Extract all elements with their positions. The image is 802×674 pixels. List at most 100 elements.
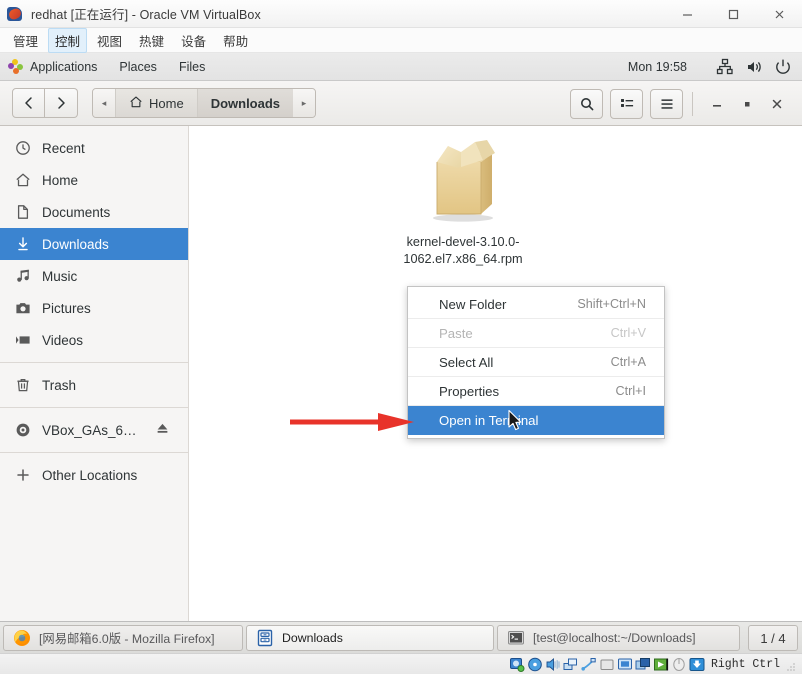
sidebar-label: Documents xyxy=(42,204,111,220)
audio-icon[interactable] xyxy=(545,657,561,672)
back-button[interactable] xyxy=(12,88,45,118)
sidebar-item-music[interactable]: Music xyxy=(0,260,188,292)
sidebar: Recent Home Documents Downloads Music Pi… xyxy=(0,126,189,625)
taskbar-item-firefox[interactable]: [网易邮箱6.0版 - Mozilla Firefox] xyxy=(3,624,243,651)
network-icon[interactable] xyxy=(563,657,579,672)
workspace-indicator[interactable]: 1 / 4 xyxy=(748,625,798,651)
view-list-button[interactable] xyxy=(610,88,643,119)
sidebar-label: Trash xyxy=(42,377,77,393)
sidebar-item-recent[interactable]: Recent xyxy=(0,132,188,164)
nautilus-maximize-button[interactable] xyxy=(732,89,762,119)
usb-icon[interactable] xyxy=(581,657,597,672)
header-separator xyxy=(692,91,693,116)
gnome-top-panel: Applications Places Files Mon 19:58 xyxy=(0,53,802,81)
taskbar: [网易邮箱6.0版 - Mozilla Firefox] Downloads [… xyxy=(0,621,802,653)
breadcrumb-right-arrow-icon[interactable]: ▸ xyxy=(293,89,316,117)
sidebar-item-pictures[interactable]: Pictures xyxy=(0,292,188,324)
gnome-menu-files[interactable]: Files xyxy=(179,60,205,74)
taskbar-item-downloads[interactable]: Downloads xyxy=(246,624,494,651)
file-list-area[interactable]: kernel-devel-3.10.0-1062.el7.x86_64.rpm … xyxy=(189,126,802,625)
sidebar-label: Videos xyxy=(42,332,84,348)
taskbar-item-label: [test@localhost:~/Downloads] xyxy=(533,630,696,645)
context-menu-item-properties[interactable]: Properties Ctrl+I xyxy=(408,377,664,406)
context-menu-item-new-folder[interactable]: New Folder Shift+Ctrl+N xyxy=(408,290,664,319)
nautilus-body: Recent Home Documents Downloads Music Pi… xyxy=(0,126,802,625)
home-icon xyxy=(129,95,143,112)
vbox-menu-hotkeys[interactable]: 热键 xyxy=(132,28,171,53)
music-icon xyxy=(14,268,31,285)
volume-icon[interactable] xyxy=(745,58,763,76)
file-name-label: kernel-devel-3.10.0-1062.el7.x86_64.rpm xyxy=(403,235,523,266)
sidebar-label: Recent xyxy=(42,140,85,156)
sidebar-item-videos[interactable]: Videos xyxy=(0,324,188,356)
vbox-menu-view[interactable]: 视图 xyxy=(90,28,129,53)
nautilus-close-button[interactable] xyxy=(762,89,792,119)
vbox-minimize-button[interactable] xyxy=(664,0,710,28)
file-item[interactable]: kernel-devel-3.10.0-1062.el7.x86_64.rpm xyxy=(383,134,543,268)
menu-item-label: New Folder xyxy=(439,296,507,312)
breadcrumb-home[interactable]: Home xyxy=(115,89,197,117)
sidebar-item-documents[interactable]: Documents xyxy=(0,196,188,228)
vbox-menu-devices[interactable]: 设备 xyxy=(174,28,213,53)
breadcrumb-left-arrow-icon[interactable]: ◂ xyxy=(93,89,115,117)
vbox-statusbar: Right Ctrl xyxy=(0,653,802,674)
vbox-maximize-button[interactable] xyxy=(710,0,756,28)
host-key-label: Right Ctrl xyxy=(710,657,780,671)
menu-item-label: Properties xyxy=(439,383,500,399)
package-box-icon xyxy=(417,134,509,224)
vbox-menu-manage[interactable]: 管理 xyxy=(6,28,45,53)
optical-disk-icon[interactable] xyxy=(527,657,543,672)
recording-icon[interactable] xyxy=(653,657,669,672)
context-menu-item-select-all[interactable]: Select All Ctrl+A xyxy=(408,348,664,377)
vbox-window-controls xyxy=(664,0,802,28)
search-button[interactable] xyxy=(570,88,603,119)
power-icon[interactable] xyxy=(774,58,792,76)
context-menu-item-paste: Paste Ctrl+V xyxy=(408,319,664,348)
keyboard-icon[interactable] xyxy=(689,657,705,672)
eject-icon[interactable] xyxy=(155,421,170,439)
virtualbox-window: redhat [正在运行] - Oracle VM VirtualBox 管理 … xyxy=(0,0,802,674)
sidebar-item-trash[interactable]: Trash xyxy=(0,369,188,401)
network-icon[interactable] xyxy=(716,58,734,76)
sidebar-item-vbox-guest-additions[interactable]: VBox_GAs_6… xyxy=(0,414,188,446)
video-icon xyxy=(14,332,31,349)
guest-screen: Applications Places Files Mon 19:58 ◂ Ho… xyxy=(0,53,802,625)
firefox-icon xyxy=(13,629,31,647)
resize-grip[interactable] xyxy=(786,659,796,671)
mouse-cursor xyxy=(508,409,522,431)
gnome-clock[interactable]: Mon 19:58 xyxy=(628,60,687,74)
hard-disk-icon[interactable] xyxy=(509,657,525,672)
vm-window-icon[interactable] xyxy=(635,657,651,672)
vbox-menu-control[interactable]: 控制 xyxy=(48,27,88,53)
home-icon xyxy=(14,172,31,189)
sidebar-label: Downloads xyxy=(42,236,109,252)
gnome-menu-applications[interactable]: Applications xyxy=(30,60,97,74)
context-menu: New Folder Shift+Ctrl+N Paste Ctrl+V Sel… xyxy=(407,286,665,439)
sidebar-item-other-locations[interactable]: Other Locations xyxy=(0,459,188,491)
sidebar-label: VBox_GAs_6… xyxy=(42,422,137,438)
vbox-close-button[interactable] xyxy=(756,0,802,28)
taskbar-item-terminal[interactable]: [test@localhost:~/Downloads] xyxy=(497,624,740,651)
context-menu-item-open-in-terminal[interactable]: Open in Terminal xyxy=(408,406,664,435)
menu-item-label: Select All xyxy=(439,354,494,370)
menu-item-accel: Ctrl+I xyxy=(615,384,646,398)
mouse-icon[interactable] xyxy=(671,657,687,672)
breadcrumb-downloads[interactable]: Downloads xyxy=(196,89,294,117)
hamburger-menu-button[interactable] xyxy=(650,88,683,119)
menu-item-label: Paste xyxy=(439,325,473,341)
menu-item-accel: Ctrl+V xyxy=(610,326,646,340)
menu-item-accel: Ctrl+A xyxy=(610,355,646,369)
nautilus-minimize-button[interactable] xyxy=(702,89,732,119)
sidebar-item-downloads[interactable]: Downloads xyxy=(0,228,188,260)
sidebar-label: Pictures xyxy=(42,300,91,316)
nautilus-window: ◂ Home Downloads ▸ Recent Home Documents… xyxy=(0,81,802,625)
sidebar-item-home[interactable]: Home xyxy=(0,164,188,196)
shared-folder-icon[interactable] xyxy=(599,657,615,672)
applications-logo-icon xyxy=(8,59,23,74)
sidebar-divider xyxy=(0,407,188,408)
forward-button[interactable] xyxy=(45,88,78,118)
gnome-menu-places[interactable]: Places xyxy=(119,60,157,74)
display-icon[interactable] xyxy=(617,657,633,672)
headerbar-right-controls xyxy=(570,81,802,126)
vbox-menu-help[interactable]: 帮助 xyxy=(216,28,255,53)
